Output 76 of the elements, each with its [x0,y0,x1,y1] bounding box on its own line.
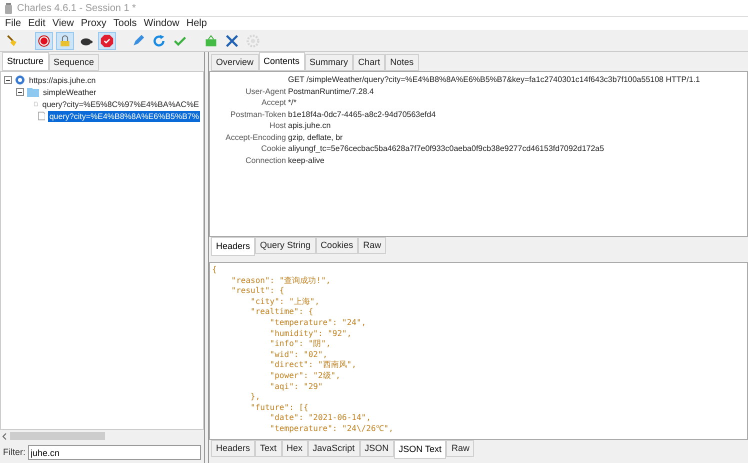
header-value: */* [287,97,296,108]
padlock-icon [58,34,72,48]
menu-item[interactable]: View [52,18,74,28]
tab[interactable]: Headers [211,237,256,256]
refresh-icon [152,34,166,48]
tab[interactable]: Query String [255,237,316,254]
tab[interactable]: JavaScript [308,440,360,457]
stop-sign-icon [100,34,114,48]
tab[interactable]: Chart [353,54,386,71]
code-line: "result": { [230,286,284,297]
tab[interactable]: Raw [358,237,386,254]
menu-item[interactable]: File [5,18,22,28]
code-line: "city": "上海", [250,296,320,308]
tab[interactable]: Overview [211,54,259,71]
gear-icon [246,34,260,48]
header-value: apis.juhe.cn [287,120,331,132]
code-line: "future": [{ [250,402,308,414]
header-value: b1e18f4a-0dc7-4465-a8c2-94d70563efd4 [287,108,436,120]
header-name: Accept-Encoding [226,132,286,143]
header-value: PostmanRuntime/7.28.4 [287,86,374,97]
code-line: "power": "2级", [268,370,340,382]
code-line: "temperature": "24", [268,318,366,329]
tab[interactable]: Raw [446,440,474,457]
toolbar-button[interactable] [35,32,53,50]
menu-item[interactable]: Edit [28,18,46,28]
code-line: "direct": "西南风", [268,360,356,371]
filter-field[interactable]: juhe.cn [28,445,201,460]
header-name: Connection [246,154,286,166]
code-line: }, [250,392,260,403]
menu-item[interactable]: Tools [113,18,137,28]
header-name: User-Agent [246,86,286,97]
header-name: Postman-Token [230,108,286,120]
header-value: gzip, deflate, br [287,132,343,143]
header-value: aliyungf_tc=5e76cecbac5ba4628a7f7e0f933c0aeba0f9cb38e9277cd46153fd7092d172a5 [287,143,604,154]
code-line: "aqi": "29" [268,382,323,392]
code-line: { [212,265,217,276]
header-name: Accept [262,97,286,108]
tab[interactable]: Structure [2,52,49,71]
tab[interactable]: Contents [258,52,305,71]
tree-item[interactable]: simpleWeather [42,86,98,98]
record-icon [37,34,51,48]
header-value: keep-alive [287,154,324,166]
tab[interactable]: Cookies [316,237,358,254]
code-line: "temperature": "24\/26℃", [268,424,394,434]
tree-item[interactable]: https://apis.juhe.cn [28,74,97,86]
code-line: "info": "阴", [268,339,331,350]
tab[interactable]: Sequence [48,54,100,71]
tab[interactable]: Notes [385,54,419,71]
folder-icon [27,87,39,97]
menu-item[interactable]: Window [144,18,180,28]
window-title: Charles 4.6.1 - Session 1 * [17,2,136,16]
header-value: GET /simpleWeather/query?city=%E4%B8%8A%E6%B5%B7&key=fa1c2740301c14f643c3b7f100a55108 HTTP/1.1 [287,74,700,86]
header-name: Host [270,120,286,132]
jar-icon [4,2,13,14]
tab[interactable]: Summary [304,54,354,71]
code-line: "date": "2021-06-14", [268,413,371,424]
header-name: Cookie [261,143,286,154]
pen-icon [131,34,145,48]
tree-item[interactable]: query?city=%E4%B8%8A%E6%B5%B7% [48,110,200,122]
tab[interactable]: JSON [360,440,394,457]
tab[interactable]: Headers [211,440,256,457]
scroll-left-icon[interactable] [2,432,7,440]
tab[interactable]: Hex [282,440,308,457]
code-line: "reason": "查询成功!", [230,276,331,286]
tab[interactable]: JSON Text [394,440,446,459]
expander-icon[interactable] [16,88,24,96]
tree-item[interactable]: query?city=%E5%8C%97%E4%BA%AC%E [41,98,200,110]
menu-item[interactable]: Proxy [80,18,106,28]
basket-icon [204,34,218,48]
code-line: "humidity": "92", [268,328,352,340]
tab[interactable]: Text [255,440,282,457]
code-line: "wid": "02", [268,350,328,360]
expander-icon[interactable] [4,76,12,84]
code-line: "realtime": { [250,307,314,318]
menu-item[interactable]: Help [186,18,207,28]
filter-label: Filter: [3,446,26,459]
